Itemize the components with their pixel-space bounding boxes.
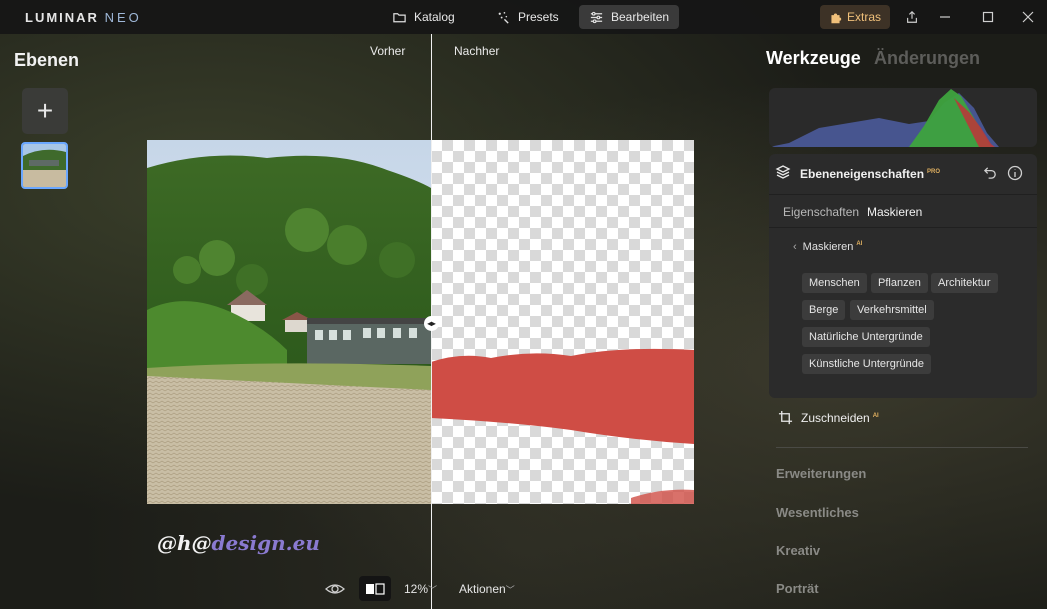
add-layer-button[interactable]: + bbox=[22, 88, 68, 134]
minimize-icon[interactable] bbox=[936, 8, 954, 26]
chip-berge[interactable]: Berge bbox=[802, 300, 846, 320]
mask-back-button[interactable]: ‹ Maskieren AI bbox=[793, 241, 862, 253]
compare-toggle-button[interactable] bbox=[359, 576, 391, 601]
layer-thumbnail[interactable] bbox=[21, 142, 68, 189]
chevron-down-icon: ﹀ bbox=[428, 585, 438, 595]
watermark-h: h bbox=[177, 531, 192, 555]
tab-aenderungen[interactable]: Änderungen bbox=[874, 48, 980, 69]
chip-menschen[interactable]: Menschen bbox=[802, 273, 867, 293]
layer-properties-panel: Ebeneneigenschaften PRO Eigenschaften Mas… bbox=[769, 154, 1037, 398]
share-icon[interactable] bbox=[903, 8, 921, 26]
pro-badge: PRO bbox=[927, 169, 941, 175]
puzzle-icon bbox=[831, 12, 842, 23]
panel-divider bbox=[769, 194, 1037, 195]
nav-bearbeiten-label: Bearbeiten bbox=[611, 10, 670, 24]
split-handle-icon[interactable]: ◂▸ bbox=[424, 316, 439, 331]
nav-katalog-button[interactable]: Katalog bbox=[382, 5, 465, 29]
chip-kuenstliche-untergruende[interactable]: Künstliche Untergründe bbox=[802, 354, 931, 374]
watermark-domain: design.eu bbox=[211, 531, 320, 555]
zoom-dropdown[interactable]: 12%﹀ bbox=[404, 582, 437, 596]
layers-panel-title: Ebenen bbox=[14, 50, 80, 70]
before-image bbox=[147, 140, 431, 504]
extras-label: Extras bbox=[846, 10, 881, 24]
subtab-eigenschaften[interactable]: Eigenschaften bbox=[783, 205, 859, 219]
chip-pflanzen[interactable]: Pflanzen bbox=[871, 273, 928, 293]
panel-divider bbox=[769, 227, 1037, 228]
zoom-value: 12% bbox=[404, 582, 429, 596]
subtab-maskieren[interactable]: Maskieren bbox=[867, 205, 922, 219]
sparkle-icon bbox=[498, 11, 509, 24]
section-erweiterungen[interactable]: Erweiterungen bbox=[776, 466, 866, 481]
section-kreativ[interactable]: Kreativ bbox=[776, 543, 820, 558]
eye-icon[interactable] bbox=[325, 580, 345, 598]
watermark: @h@design.eu bbox=[157, 531, 320, 555]
plus-icon: + bbox=[36, 95, 54, 126]
after-label: Nachher bbox=[454, 44, 500, 58]
chevron-down-icon: ﹀ bbox=[505, 585, 515, 595]
actions-label: Aktionen bbox=[459, 582, 506, 596]
split-view-icon bbox=[366, 582, 385, 595]
nav-presets-button[interactable]: Presets bbox=[486, 5, 569, 29]
mask-back-label: Maskieren bbox=[802, 241, 854, 253]
chip-natuerliche-untergruende[interactable]: Natürliche Untergründe bbox=[802, 327, 930, 347]
after-image-mask-preview bbox=[431, 140, 694, 504]
histogram bbox=[769, 88, 1037, 147]
extras-button[interactable]: Extras bbox=[820, 5, 890, 29]
section-wesentliches[interactable]: Wesentliches bbox=[776, 505, 859, 520]
chip-architektur[interactable]: Architektur bbox=[931, 273, 998, 293]
chip-verkehrsmittel[interactable]: Verkehrsmittel bbox=[850, 300, 934, 320]
ai-badge: AI bbox=[872, 412, 879, 419]
actions-dropdown[interactable]: Aktionen﹀ bbox=[459, 582, 515, 596]
nav-katalog-label: Katalog bbox=[414, 10, 455, 24]
layers-icon bbox=[775, 164, 791, 185]
layer-properties-title: Ebeneneigenschaften PRO bbox=[800, 167, 940, 181]
crop-label: Zuschneiden bbox=[801, 410, 870, 425]
logo-main: LUMINAR bbox=[25, 10, 99, 25]
watermark-at: @ bbox=[191, 531, 212, 555]
tab-werkzeuge[interactable]: Werkzeuge bbox=[766, 48, 861, 69]
nav-presets-label: Presets bbox=[518, 10, 559, 24]
before-label: Vorher bbox=[370, 44, 406, 58]
crop-icon bbox=[778, 410, 793, 425]
sliders-icon bbox=[590, 11, 603, 23]
chevron-left-icon: ‹ bbox=[793, 241, 797, 253]
folder-icon bbox=[393, 12, 406, 22]
undo-icon[interactable] bbox=[983, 165, 998, 185]
layer-properties-label: Ebeneneigenschaften bbox=[800, 167, 925, 181]
nav-bearbeiten-button[interactable]: Bearbeiten bbox=[579, 5, 680, 29]
ai-badge: AI bbox=[856, 241, 863, 248]
section-portraet[interactable]: Porträt bbox=[776, 581, 819, 596]
section-divider bbox=[776, 447, 1028, 448]
maximize-icon[interactable] bbox=[979, 8, 997, 26]
logo-accent: NEO bbox=[104, 10, 142, 25]
info-icon[interactable] bbox=[1007, 165, 1023, 186]
app-logo: LUMINAR NEO bbox=[25, 10, 142, 25]
crop-tool-button[interactable]: Zuschneiden AI bbox=[778, 410, 879, 425]
close-icon[interactable] bbox=[1019, 8, 1037, 26]
watermark-prefix: @ bbox=[157, 531, 177, 555]
